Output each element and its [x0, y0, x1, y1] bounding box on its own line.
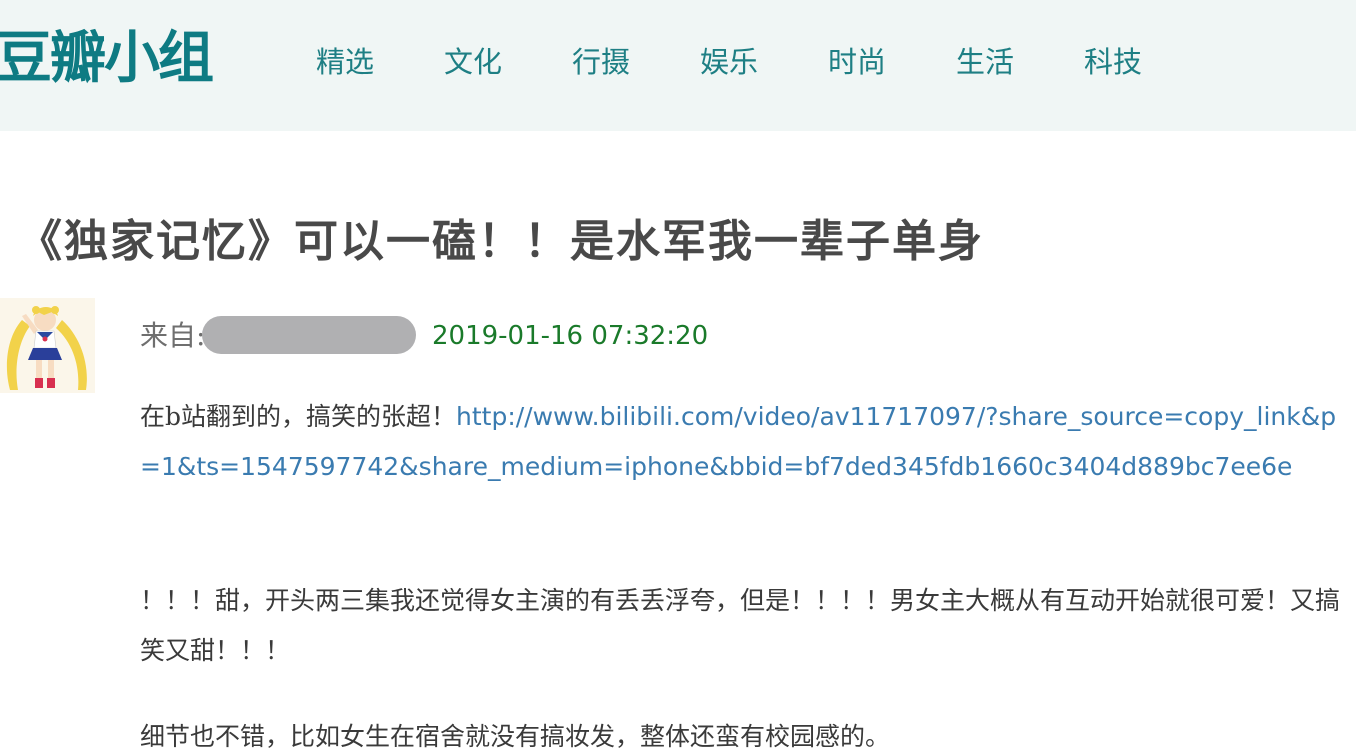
- from-label: 来自:: [140, 319, 206, 352]
- nav-item-entertainment[interactable]: 娱乐: [700, 40, 758, 84]
- site-logo[interactable]: 豆瓣小组: [0, 24, 214, 94]
- nav-item-travel[interactable]: 行摄: [572, 40, 630, 84]
- nav-item-life[interactable]: 生活: [956, 40, 1014, 84]
- avatar[interactable]: [0, 298, 95, 393]
- nav-item-tech[interactable]: 科技: [1084, 40, 1142, 84]
- content-paragraph-1: 在b站翻到的，搞笑的张超！http://www.bilibili.com/vid…: [140, 392, 1340, 492]
- top-navigation-bar: 豆瓣小组 精选 文化 行摄 娱乐 时尚 生活 科技: [0, 0, 1356, 131]
- avatar-image: [0, 298, 95, 393]
- post-timestamp: 2019-01-16 07:32:20: [432, 321, 709, 351]
- nav-item-fashion[interactable]: 时尚: [828, 40, 886, 84]
- nav-item-featured[interactable]: 精选: [316, 40, 374, 84]
- author-redaction: [202, 316, 416, 354]
- content-paragraph-3: 细节也不错，比如女生在宿舍就没有搞妆发，整体还蛮有校园感的。: [140, 722, 891, 751]
- post-title: 《独家记忆》可以一磕！！是水军我一辈子单身: [18, 216, 984, 267]
- nav-item-culture[interactable]: 文化: [444, 40, 502, 84]
- paragraph-1-text: 在b站翻到的，搞笑的张超！: [140, 402, 457, 431]
- content-paragraph-2: ！！！甜，开头两三集我还觉得女主演的有丢丢浮夸，但是！！！！男女主大概从有互动开…: [140, 586, 1341, 665]
